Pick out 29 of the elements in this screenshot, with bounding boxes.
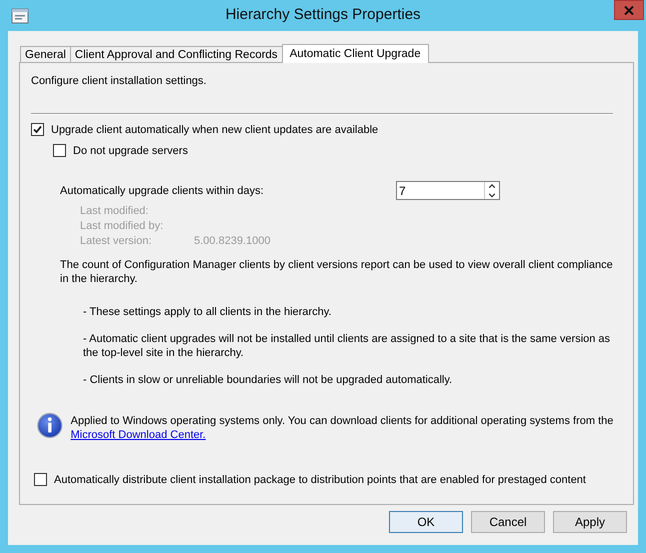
close-button[interactable] — [614, 0, 644, 20]
checkbox[interactable] — [34, 473, 47, 486]
dialog-button[interactable]: Cancel — [471, 511, 545, 533]
tab[interactable]: Client Approval and Conflicting Records — [70, 46, 283, 62]
tab[interactable]: General — [20, 46, 71, 62]
checkbox-label[interactable]: Automatically distribute client installation package to distribution points that are enabled for prestaged content — [54, 474, 586, 486]
intro-text: Configure client installation settings. — [31, 75, 208, 87]
dialog-button[interactable]: OK — [389, 511, 463, 533]
checkbox-label[interactable]: Do not upgrade servers — [73, 144, 188, 156]
tab[interactable]: Automatic Client Upgrade — [282, 44, 429, 63]
window-title: Hierarchy Settings Properties — [225, 6, 421, 23]
download-link[interactable]: Microsoft Download Center. — [70, 429, 206, 441]
checkbox[interactable] — [53, 144, 66, 157]
info-text: Applied to Windows operating systems only. You can download clients for additional operating systems from the Microsoft Download Center. — [70, 414, 614, 442]
checkbox-label[interactable]: Upgrade client automatically when new client updates are available — [51, 124, 378, 136]
checkbox[interactable] — [31, 123, 44, 136]
properties-icon — [11, 6, 29, 24]
days-label: Automatically upgrade clients within days: — [60, 184, 265, 196]
note-text: - Clients in slow or unreliable boundaries will not be upgraded automatically. — [83, 373, 454, 387]
note-text: - These settings apply to all clients in the hierarchy. — [83, 305, 332, 319]
days-field[interactable]: 7 — [396, 181, 500, 200]
dialog-button[interactable]: Apply — [553, 511, 627, 533]
detail-label: Latest version: — [80, 235, 153, 247]
note-text: - Automatic client upgrades will not be installed until clients are assigned to a site that is the same version as the top-level site in the hierarchy. — [83, 332, 611, 360]
detail-value: 5.00.8239.1000 — [194, 235, 272, 247]
detail-label: Last modified by: — [80, 220, 164, 232]
detail-label: Last modified: — [80, 205, 150, 217]
report-text: The count of Configuration Manager clients by client versions report can be used to view overall client compliance in the hierarchy. — [60, 258, 614, 286]
close-icon — [624, 6, 634, 14]
